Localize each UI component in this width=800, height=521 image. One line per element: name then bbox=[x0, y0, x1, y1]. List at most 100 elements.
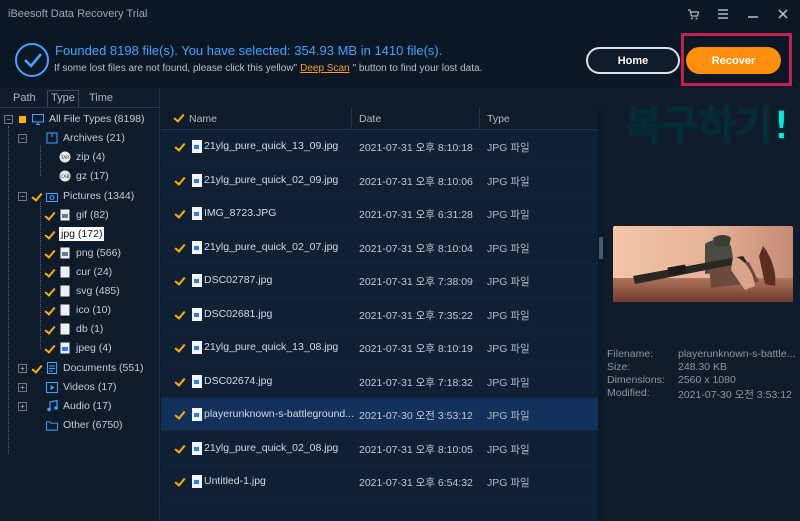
minimize-icon[interactable] bbox=[746, 6, 760, 22]
tab-path[interactable]: Path bbox=[13, 92, 36, 104]
row-checkbox[interactable] bbox=[174, 141, 186, 153]
tree-item-pictures[interactable]: − Pictures (1344) bbox=[18, 187, 134, 205]
checkbox-checked[interactable] bbox=[44, 210, 55, 221]
column-divider[interactable] bbox=[351, 108, 352, 130]
checkbox-partial[interactable] bbox=[17, 114, 28, 125]
tree-guide-line bbox=[8, 126, 9, 454]
expand-icon[interactable]: + bbox=[18, 401, 27, 411]
tree-item-svg[interactable]: svg (485) bbox=[44, 282, 120, 300]
image-file-icon bbox=[192, 274, 202, 287]
checkbox[interactable] bbox=[44, 152, 55, 163]
deep-scan-link[interactable]: Deep Scan bbox=[300, 63, 349, 74]
column-header-date[interactable]: Date bbox=[359, 113, 381, 125]
collapse-icon[interactable]: − bbox=[18, 191, 27, 201]
row-checkbox[interactable] bbox=[174, 342, 186, 354]
tab-type[interactable]: Type bbox=[47, 90, 79, 107]
column-divider[interactable] bbox=[479, 108, 480, 130]
window-controls bbox=[686, 6, 790, 22]
file-date: 2021-07-31 오후 8:10:05 bbox=[359, 443, 473, 456]
tab-time[interactable]: Time bbox=[89, 92, 113, 104]
tree-item-documents[interactable]: + Documents (551) bbox=[18, 359, 144, 377]
row-checkbox[interactable] bbox=[174, 376, 186, 388]
tree-item-png[interactable]: png (566) bbox=[44, 244, 121, 262]
checkbox[interactable] bbox=[31, 401, 42, 412]
file-row[interactable]: 21ylg_pure_quick_13_09.jpg 2021-07-31 오후 … bbox=[161, 130, 600, 163]
column-header-type[interactable]: Type bbox=[487, 113, 510, 125]
tree-item-zip[interactable]: TAR zip (4) bbox=[44, 148, 105, 166]
file-name: 21ylg_pure_quick_02_07.jpg bbox=[204, 240, 339, 253]
select-all-checkbox[interactable] bbox=[173, 112, 185, 124]
recover-button[interactable]: Recover bbox=[686, 47, 781, 74]
row-checkbox[interactable] bbox=[174, 242, 186, 254]
tree-item-label: svg (485) bbox=[76, 285, 120, 297]
tree-item-cur[interactable]: cur (24) bbox=[44, 263, 112, 281]
tree-item-label: jpeg (4) bbox=[76, 342, 112, 354]
file-row[interactable]: DSC02674.jpg 2021-07-31 오후 7:18:32 JPG 파일 bbox=[161, 365, 600, 398]
row-checkbox[interactable] bbox=[174, 476, 186, 488]
tree-item-audio[interactable]: + Audio (17) bbox=[18, 397, 111, 415]
file-row[interactable]: DSC02681.jpg 2021-07-31 오후 7:35:22 JPG 파일 bbox=[161, 298, 600, 331]
detail-value: playerunknown-s-battle... bbox=[678, 348, 796, 360]
tree-item-gz[interactable]: CAB gz (17) bbox=[44, 167, 109, 185]
tree-item-label: gz (17) bbox=[76, 170, 109, 182]
file-row[interactable]: 21ylg_pure_quick_02_09.jpg 2021-07-31 오후 … bbox=[161, 164, 600, 197]
file-row[interactable]: playerunknown-s-battleground... 2021-07-3… bbox=[161, 398, 600, 431]
tree-item-all-file-types[interactable]: − All File Types (8198) bbox=[4, 110, 145, 128]
collapse-icon[interactable]: − bbox=[4, 114, 13, 124]
cart-icon[interactable] bbox=[686, 6, 700, 22]
checkbox-checked[interactable] bbox=[44, 305, 55, 316]
file-name: 21ylg_pure_quick_13_09.jpg bbox=[204, 140, 339, 152]
row-checkbox[interactable] bbox=[174, 208, 186, 220]
checkbox-checked[interactable] bbox=[44, 286, 55, 297]
file-type: JPG 파일 bbox=[487, 242, 530, 255]
row-checkbox[interactable] bbox=[174, 275, 186, 287]
tree-item-other[interactable]: Other (6750) bbox=[31, 416, 123, 434]
menu-icon[interactable] bbox=[716, 6, 730, 22]
checkbox-checked[interactable] bbox=[31, 363, 42, 374]
row-checkbox[interactable] bbox=[174, 309, 186, 321]
preview-panel bbox=[604, 88, 800, 521]
image-file-icon bbox=[192, 341, 202, 354]
folder-icon bbox=[46, 419, 58, 431]
scrollbar-thumb[interactable] bbox=[599, 237, 603, 259]
file-row[interactable]: 21ylg_pure_quick_02_08.jpg 2021-07-31 오후 … bbox=[161, 432, 600, 465]
file-row[interactable]: 21ylg_pure_quick_13_08.jpg 2021-07-31 오후 … bbox=[161, 331, 600, 364]
tree-item-videos[interactable]: + Videos (17) bbox=[18, 378, 117, 396]
tree-item-db[interactable]: db (1) bbox=[44, 320, 103, 338]
tree-item-jpeg[interactable]: jpeg (4) bbox=[44, 339, 112, 357]
tree-item-gif[interactable]: gif (82) bbox=[44, 206, 109, 224]
checkbox[interactable] bbox=[31, 382, 42, 393]
tree-item-archives[interactable]: − Archives (21) bbox=[18, 129, 125, 147]
tree-guide-line bbox=[40, 145, 41, 176]
row-checkbox[interactable] bbox=[174, 443, 186, 455]
expand-icon[interactable]: + bbox=[18, 363, 27, 373]
checkbox-checked[interactable] bbox=[44, 343, 55, 354]
file-row[interactable]: 21ylg_pure_quick_02_07.jpg 2021-07-31 오후 … bbox=[161, 231, 600, 264]
close-icon[interactable] bbox=[776, 6, 790, 22]
file-row[interactable]: Untitled-1.jpg 2021-07-31 오후 6:54:32 JPG 파… bbox=[161, 465, 600, 498]
column-header-name[interactable]: Name bbox=[189, 113, 217, 125]
tree-item-jpg[interactable]: jpg (172) bbox=[44, 225, 105, 243]
checkbox-checked[interactable] bbox=[44, 324, 55, 335]
checkbox[interactable] bbox=[31, 133, 42, 144]
checkbox[interactable] bbox=[44, 171, 55, 182]
image-file-icon bbox=[192, 173, 202, 187]
preview-image bbox=[613, 226, 793, 302]
checkbox[interactable] bbox=[31, 420, 42, 431]
checkbox-checked[interactable] bbox=[31, 191, 42, 202]
row-checkbox[interactable] bbox=[174, 409, 186, 421]
file-row[interactable]: IMG_8723.JPG 2021-07-31 오후 6:31:28 JPG 파일 bbox=[161, 197, 600, 230]
tree-item-ico[interactable]: ico (10) bbox=[44, 301, 111, 319]
checkbox-checked[interactable] bbox=[44, 267, 55, 278]
tree-item-label: jpg (172) bbox=[59, 227, 105, 241]
view-tabs: Path Type Time bbox=[0, 88, 160, 108]
document-icon bbox=[46, 362, 58, 374]
expand-icon[interactable]: + bbox=[18, 382, 27, 392]
home-button[interactable]: Home bbox=[586, 47, 680, 74]
file-row[interactable]: DSC02787.jpg 2021-07-31 오후 7:38:09 JPG 파일 bbox=[161, 264, 600, 297]
row-checkbox[interactable] bbox=[174, 175, 186, 187]
checkbox-checked[interactable] bbox=[44, 248, 55, 259]
file-date: 2021-07-31 오후 8:10:19 bbox=[359, 343, 473, 355]
checkbox-checked[interactable] bbox=[44, 229, 55, 240]
collapse-icon[interactable]: − bbox=[18, 133, 27, 143]
